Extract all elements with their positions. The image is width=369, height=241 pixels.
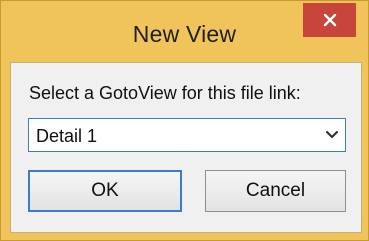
cancel-button[interactable]: Cancel [205,170,346,212]
goto-view-select[interactable]: Detail 1 [28,118,346,152]
goto-view-prompt-label: Select a GotoView for this file link: [29,83,301,103]
chevron-down-icon [326,131,338,138]
dialog-body: Select a GotoView for this file link: De… [10,62,362,233]
new-view-dialog: New View Select a GotoView for this file… [0,0,369,241]
ok-button[interactable]: OK [28,170,182,212]
close-button[interactable] [303,3,356,37]
goto-view-selected-value: Detail 1 [36,126,98,146]
title-bar[interactable]: New View [1,1,368,55]
close-icon [323,13,336,27]
